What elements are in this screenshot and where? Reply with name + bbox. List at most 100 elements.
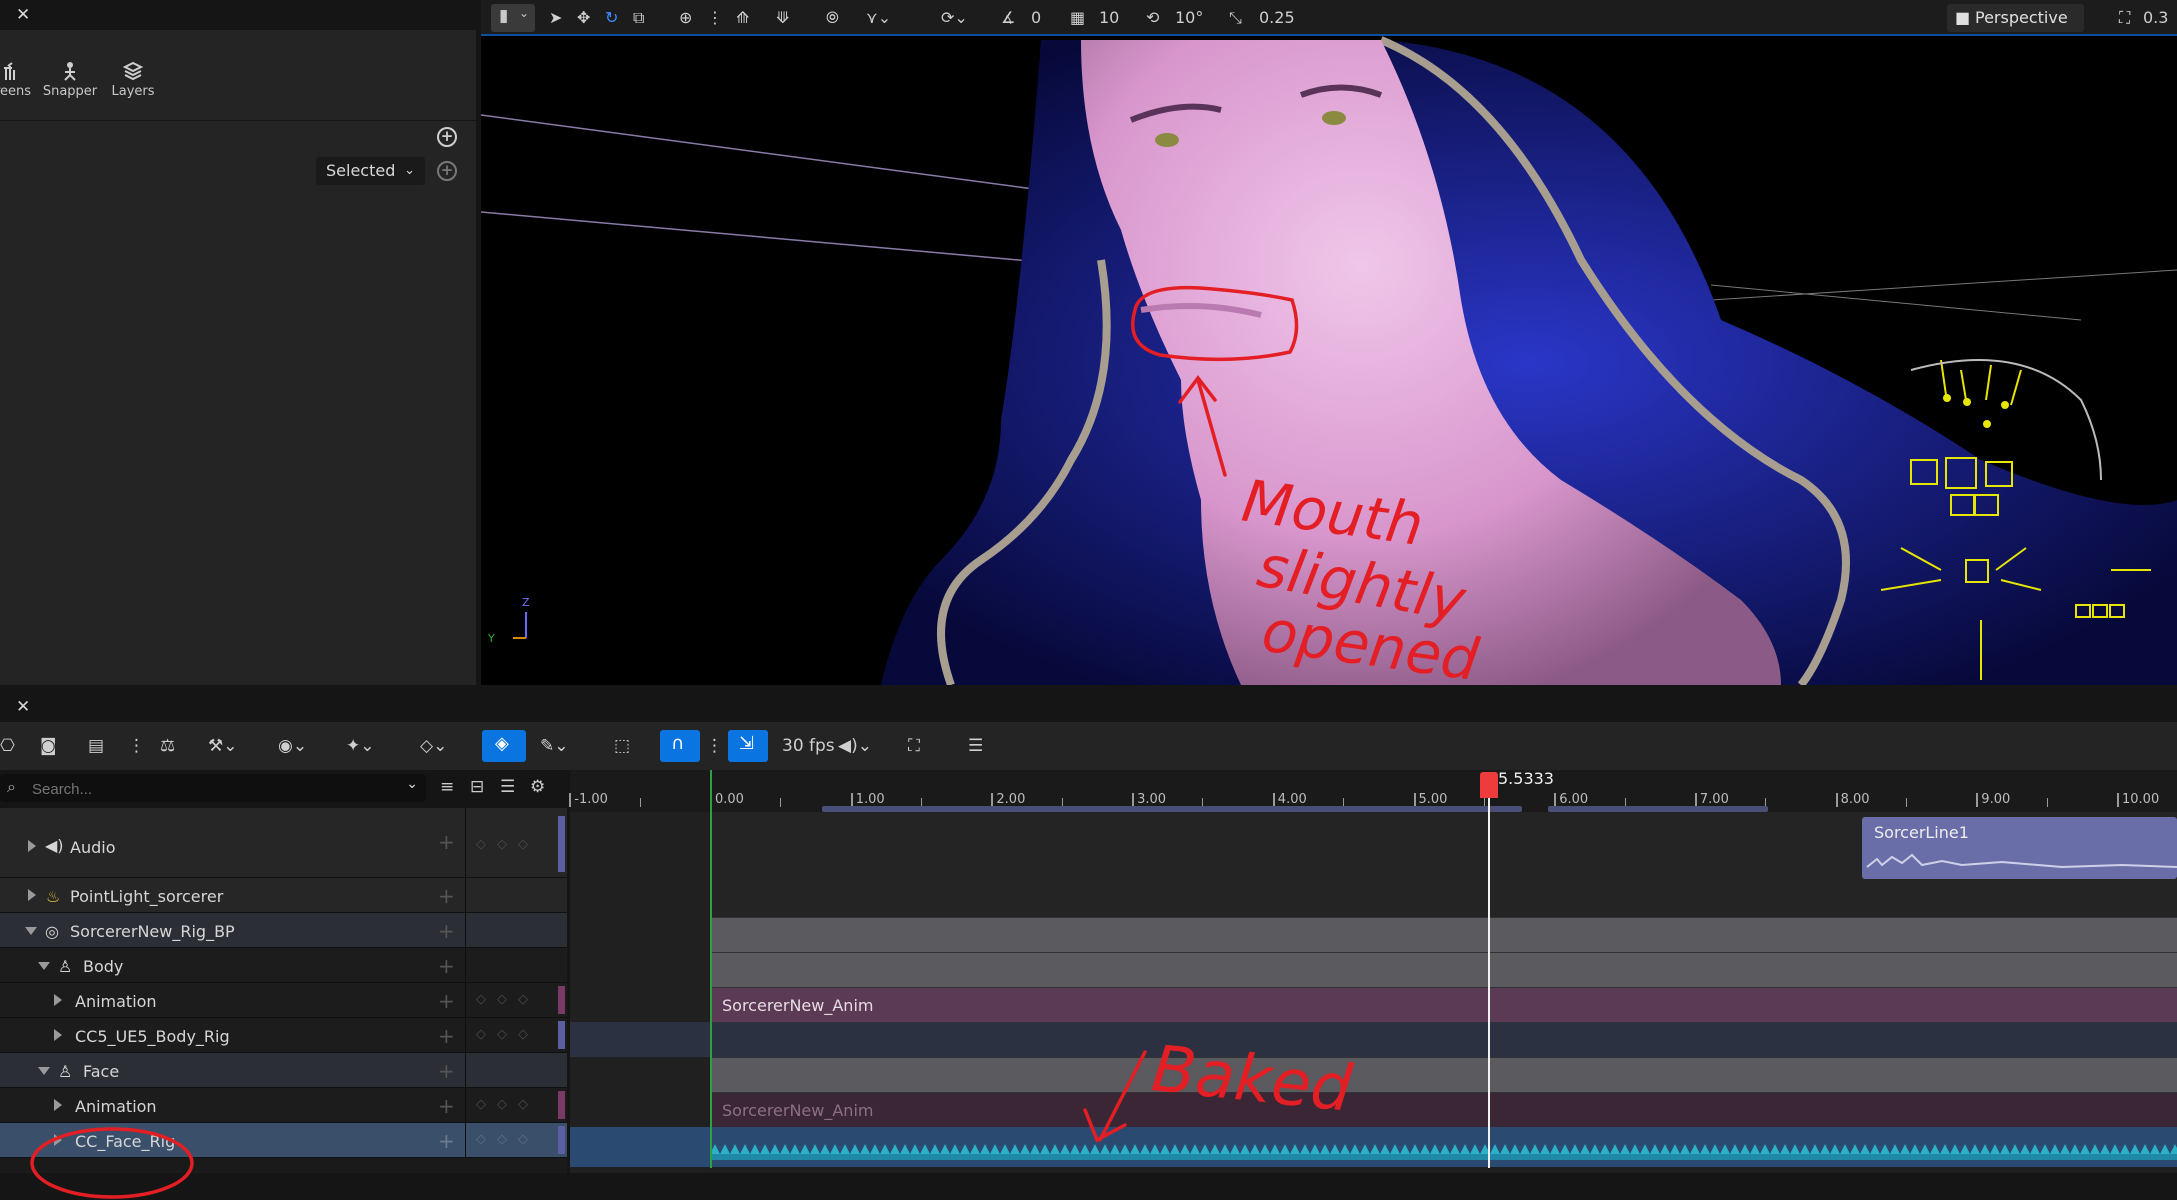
rig-bp-lane[interactable] xyxy=(710,917,2177,952)
add-icon[interactable]: + xyxy=(438,954,455,978)
key-interp-icon[interactable]: ◇⌄ xyxy=(420,732,447,760)
add-icon[interactable]: + xyxy=(438,1024,455,1048)
curve-editor-icon[interactable]: ⛶ xyxy=(908,732,920,760)
filter-dropdown[interactable]: Selected ⌄ xyxy=(316,157,425,185)
view-options-icon[interactable]: ◉⌄ xyxy=(278,732,307,760)
select-icon[interactable]: ➤ xyxy=(549,6,562,30)
track-row-face-animation[interactable]: Animation + ◇◇◇ xyxy=(0,1088,567,1123)
orbit-icon[interactable]: ⦾ xyxy=(826,6,839,30)
expand-icon[interactable]: ⊟ xyxy=(470,777,484,797)
track-row-pointlight[interactable]: ♨ PointLight_sorcerer + xyxy=(0,878,567,913)
select-child-icon[interactable]: ⟱ xyxy=(776,6,789,30)
rotate-icon[interactable]: ↻ xyxy=(605,6,618,30)
scale-snap-icon[interactable]: ⤡ xyxy=(1229,6,1242,30)
track-label: SorcererNew_Rig_BP xyxy=(70,922,235,941)
playhead-snap-button[interactable]: ⇲ xyxy=(728,730,768,762)
tool-layers[interactable]: Layers xyxy=(98,50,168,112)
select-mode-dropdown[interactable]: ▮ ⌄ xyxy=(491,4,535,32)
close-icon[interactable]: ✕ xyxy=(16,692,30,722)
close-icon[interactable]: ✕ xyxy=(16,0,30,30)
track-row-rig-bp[interactable]: ◎ SorcererNew_Rig_BP + xyxy=(0,913,567,948)
camera-speed-icon[interactable]: ⛶ xyxy=(2119,6,2130,30)
track-row-face[interactable]: ♙ Face + xyxy=(0,1053,567,1088)
edit-mode-icon[interactable]: ✎⌄ xyxy=(540,732,569,760)
grid-snap-value[interactable]: 10 xyxy=(1099,6,1119,30)
view-mode-dropdown[interactable]: ■ Perspective xyxy=(1947,4,2084,32)
track-row-body-rig[interactable]: CC5_UE5_Body_Rig + ◇◇◇ xyxy=(0,1018,567,1053)
angle-snap-icon-2[interactable]: ⟲ xyxy=(1146,6,1159,30)
add-icon[interactable]: + xyxy=(438,1129,455,1153)
grid-snap-icon[interactable]: ▦ xyxy=(1070,6,1085,30)
more-options-icon[interactable]: ⋮ xyxy=(128,732,145,760)
camera-speed-value[interactable]: 0.3 xyxy=(2143,6,2168,30)
render-icon[interactable]: ▤ xyxy=(88,732,104,760)
add-icon[interactable]: + xyxy=(438,1094,455,1118)
rotation-snap-toggle-icon[interactable]: ⟳⌄ xyxy=(941,6,968,30)
save-icon[interactable]: ⎔ xyxy=(0,732,15,760)
key-nav-icon[interactable]: ◇◇◇ xyxy=(476,992,539,1007)
snap-button[interactable]: ∩ xyxy=(660,730,700,762)
settings-icon[interactable]: ⚒⌄ xyxy=(208,732,237,760)
gear-icon[interactable]: ⚙ xyxy=(530,777,545,797)
add-icon[interactable]: + xyxy=(438,989,455,1013)
scale-icon[interactable]: ⧉ xyxy=(633,6,644,30)
key-nav-icon[interactable]: ◇◇◇ xyxy=(476,1097,539,1112)
add-filter-icon[interactable]: + xyxy=(437,161,457,181)
playhead-line[interactable] xyxy=(1488,782,1490,1168)
key-nav-icon[interactable]: ◇◇◇ xyxy=(476,837,539,852)
axis-z-label: Z xyxy=(522,596,530,609)
body-lane[interactable] xyxy=(710,952,2177,987)
scale-snap-value[interactable]: 0.25 xyxy=(1259,6,1295,30)
body-anim-section[interactable]: SorcererNew_Anim xyxy=(710,987,2177,1022)
add-icon[interactable]: + xyxy=(438,830,455,854)
pointlight-lane xyxy=(710,882,2177,917)
tool-snapper[interactable]: Snapper xyxy=(35,50,105,112)
playback-options-icon[interactable]: ✦⌄ xyxy=(346,732,375,760)
level-viewport[interactable]: Z Y xyxy=(481,0,2177,685)
foliage-icon xyxy=(4,62,15,80)
angle-snap-icon[interactable]: ∡ xyxy=(1001,6,1015,30)
fps-dropdown[interactable]: 30 fps xyxy=(782,732,835,760)
key-nav-icon[interactable]: ◇◇◇ xyxy=(476,1027,539,1042)
face-anim-section[interactable]: SorcererNew_Anim xyxy=(710,1092,2177,1127)
more-options-icon[interactable]: ⋮ xyxy=(706,732,723,760)
add-icon[interactable]: + xyxy=(438,919,455,943)
track-row-body[interactable]: ♙ Body + xyxy=(0,948,567,983)
world-local-icon[interactable]: ⊕ xyxy=(679,6,692,30)
add-icon[interactable]: + xyxy=(438,884,455,908)
skeleton-icon: ♙ xyxy=(58,957,73,976)
search-field[interactable] xyxy=(30,777,394,801)
face-lane[interactable] xyxy=(710,1057,2177,1092)
pivot-icon[interactable]: ⋎⌄ xyxy=(866,6,891,30)
translate-icon[interactable]: ✥ xyxy=(577,6,590,30)
list-icon[interactable]: ☰ xyxy=(500,777,515,797)
audio-section[interactable]: SorcerLine1 xyxy=(1862,817,2177,879)
more-options-icon[interactable]: ⋮ xyxy=(707,6,723,30)
track-row-body-animation[interactable]: Animation + ◇◇◇ xyxy=(0,983,567,1018)
track-search-input[interactable]: ⌕ ⌄ xyxy=(0,774,426,802)
add-icon[interactable]: + xyxy=(438,1059,455,1083)
ruler-tick-label: 0.00 xyxy=(715,792,744,807)
sequencer-tabbar: ✕ xyxy=(0,692,2177,722)
chevron-down-icon[interactable]: ⌄ xyxy=(406,776,418,792)
track-row-audio[interactable]: ◀) Audio + ◇◇◇ xyxy=(0,808,567,878)
angle-snap-value[interactable]: 10° xyxy=(1175,6,1203,30)
collapse-icon[interactable]: ≡ xyxy=(440,777,454,797)
track-row-face-rig[interactable]: CC_Face_Rig + ◇◇◇ xyxy=(0,1123,567,1158)
auto-key-button[interactable]: ◈ xyxy=(482,730,526,762)
surface-snap-icon[interactable]: ⟰ xyxy=(736,6,749,30)
view-mode-label: Perspective xyxy=(1975,8,2068,27)
tree-view-icon[interactable]: ☰ xyxy=(968,732,983,760)
add-component-icon[interactable]: + xyxy=(437,127,457,147)
select-keys-icon[interactable]: ⬚ xyxy=(614,732,630,760)
camera-icon[interactable]: ◙ xyxy=(40,732,57,760)
key-nav-icon[interactable]: ◇◇◇ xyxy=(476,1132,539,1147)
actions-icon[interactable]: ⚖ xyxy=(160,732,175,760)
ruler-tick-label: 6.00 xyxy=(1559,792,1589,807)
body-rig-lane[interactable] xyxy=(570,1022,2177,1057)
playhead-handle[interactable] xyxy=(1480,772,1498,798)
ruler-major-tick xyxy=(850,793,853,807)
rotation-snap-value[interactable]: 0 xyxy=(1031,6,1041,30)
start-marker[interactable] xyxy=(710,770,712,1168)
key-icon: ◈ xyxy=(495,733,509,754)
